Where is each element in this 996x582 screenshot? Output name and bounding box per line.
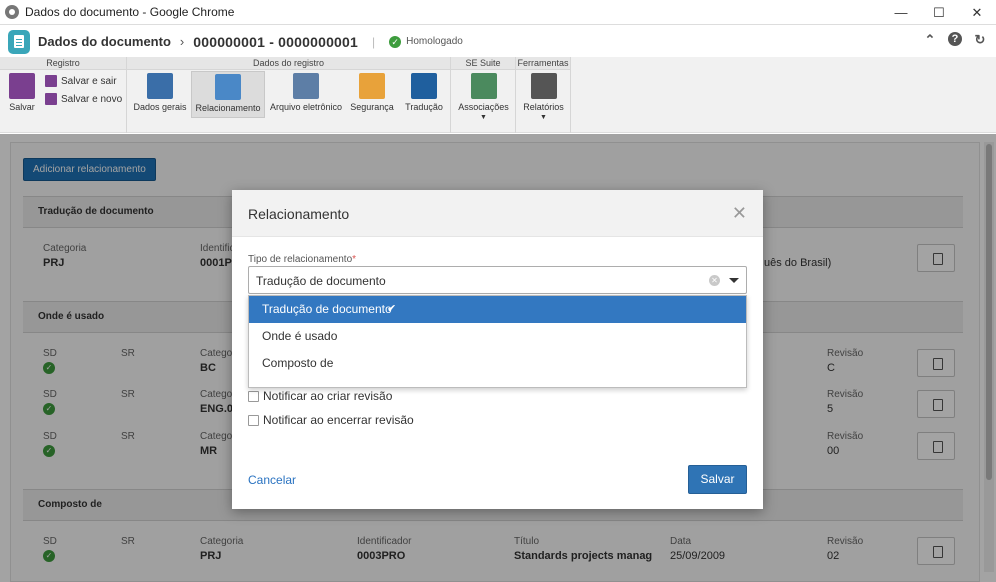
option-label: Tradução de documento (262, 302, 392, 316)
dados-gerais-label: Dados gerais (133, 102, 187, 112)
save-new-label: Salvar e novo (61, 93, 123, 105)
caret-down-icon: ▼ (540, 114, 547, 121)
translate-icon (411, 73, 437, 99)
relationship-type-label-text: Tipo de relacionamento (248, 254, 353, 265)
minimize-button[interactable]: — (882, 0, 920, 25)
save-exit-button[interactable]: Salvar e sair (45, 75, 117, 87)
notify-close-checkbox[interactable] (248, 414, 259, 426)
seguranca-label: Segurança (350, 102, 394, 112)
chevron-right-icon: › (179, 34, 185, 49)
traducao-label: Tradução (405, 102, 443, 112)
notify-close-checkbox-row[interactable]: Notificar ao encerrar revisão (248, 413, 414, 427)
page-title: Dados do documento (38, 34, 171, 49)
caret-down-icon: ▼ (480, 114, 487, 121)
collapse-up-icon[interactable]: ⌃ (922, 32, 938, 48)
option-traducao[interactable]: Tradução de documento ✔ (249, 296, 746, 323)
relacionamento-button[interactable]: Relacionamento (191, 71, 265, 118)
save-label: Salvar (9, 102, 35, 112)
electronic-file-icon (293, 73, 319, 99)
chrome-icon (5, 5, 19, 19)
key-icon (359, 73, 385, 99)
ribbon-group-se-suite: SE Suite Associações ▼ (451, 57, 516, 133)
select-value: Tradução de documento (256, 274, 386, 288)
save-icon (9, 73, 35, 99)
approved-status-icon: ✓ (389, 35, 402, 48)
form-icon (147, 73, 173, 99)
status-badge: Homologado (406, 36, 463, 47)
associacoes-label: Associações (458, 102, 509, 112)
relatorios-button[interactable]: Relatórios ▼ (520, 71, 567, 121)
close-window-button[interactable]: ✕ (958, 0, 996, 25)
associacoes-button[interactable]: Associações ▼ (455, 71, 512, 121)
option-label: Onde é usado (262, 329, 338, 343)
relacionamento-label: Relacionamento (195, 103, 261, 113)
ribbon-group-title: SE Suite (451, 57, 515, 70)
divider: | (372, 34, 376, 49)
save-button[interactable]: Salvar (4, 71, 40, 112)
dados-gerais-button[interactable]: Dados gerais (131, 71, 189, 112)
save-exit-icon (45, 75, 57, 87)
notify-create-checkbox-row[interactable]: Notificar ao criar revisão (248, 389, 392, 403)
save-new-icon (45, 93, 57, 105)
seguranca-button[interactable]: Segurança (348, 71, 396, 112)
relationship-type-label: Tipo de relacionamento* (248, 254, 356, 265)
save-modal-button[interactable]: Salvar (688, 465, 747, 494)
notify-create-label: Notificar ao criar revisão (263, 389, 393, 403)
hierarchy-icon (215, 74, 241, 100)
refresh-icon[interactable]: ↻ (972, 32, 988, 48)
relationship-modal: Relacionamento ✕ Tipo de relacionamento*… (232, 190, 763, 509)
ribbon-group-ferramentas: Ferramentas Relatórios ▼ (516, 57, 571, 133)
notify-close-label: Notificar ao encerrar revisão (263, 413, 414, 427)
ribbon-group-title: Dados do registro (127, 57, 450, 70)
ribbon-toolbar: Registro Salvar Salvar e sair Salvar e n… (0, 57, 996, 133)
save-new-button[interactable]: Salvar e novo (45, 93, 122, 105)
traducao-button[interactable]: Tradução (401, 71, 447, 112)
arquivo-eletronico-label: Arquivo eletrônico (269, 102, 343, 112)
document-app-icon (8, 29, 30, 54)
option-onde-usado[interactable]: Onde é usado (249, 323, 746, 350)
option-label: Composto de (262, 356, 334, 370)
ribbon-group-title: Registro (0, 57, 126, 70)
ribbon-group-title: Ferramentas (516, 57, 570, 70)
notify-create-checkbox[interactable] (248, 390, 259, 402)
maximize-button[interactable]: ☐ (920, 0, 958, 25)
save-exit-label: Salvar e sair (61, 75, 117, 87)
caret-down-icon[interactable] (729, 278, 739, 283)
required-mark: * (352, 254, 357, 265)
window-title: Dados do documento - Google Chrome (25, 5, 235, 19)
ribbon-group-registro: Registro Salvar Salvar e sair Salvar e n… (0, 57, 127, 133)
clear-icon[interactable]: ✕ (709, 275, 720, 286)
arquivo-eletronico-button[interactable]: Arquivo eletrônico (268, 71, 344, 112)
app-header: Dados do documento › 000000001 - 0000000… (0, 26, 996, 57)
associations-icon (470, 73, 497, 99)
printer-icon (530, 73, 557, 99)
option-composto[interactable]: Composto de (249, 350, 746, 377)
help-icon[interactable]: ? (948, 32, 962, 46)
relationship-type-dropdown: Tradução de documento ✔ Onde é usado Com… (248, 295, 747, 388)
modal-title: Relacionamento (248, 206, 350, 222)
cancel-link[interactable]: Cancelar (248, 473, 296, 487)
relationship-type-select[interactable]: Tradução de documento ✕ (248, 266, 747, 294)
close-icon[interactable]: ✕ (732, 203, 747, 224)
ribbon-group-dados-registro: Dados do registro Dados gerais Relaciona… (127, 57, 451, 133)
record-id: 000000001 - 0000000001 (193, 33, 359, 50)
checkmark-icon: ✔ (387, 303, 397, 315)
browser-titlebar: Dados do documento - Google Chrome — ☐ ✕ (0, 0, 996, 25)
modal-header: Relacionamento ✕ (232, 190, 763, 237)
relatorios-label: Relatórios (523, 102, 564, 112)
